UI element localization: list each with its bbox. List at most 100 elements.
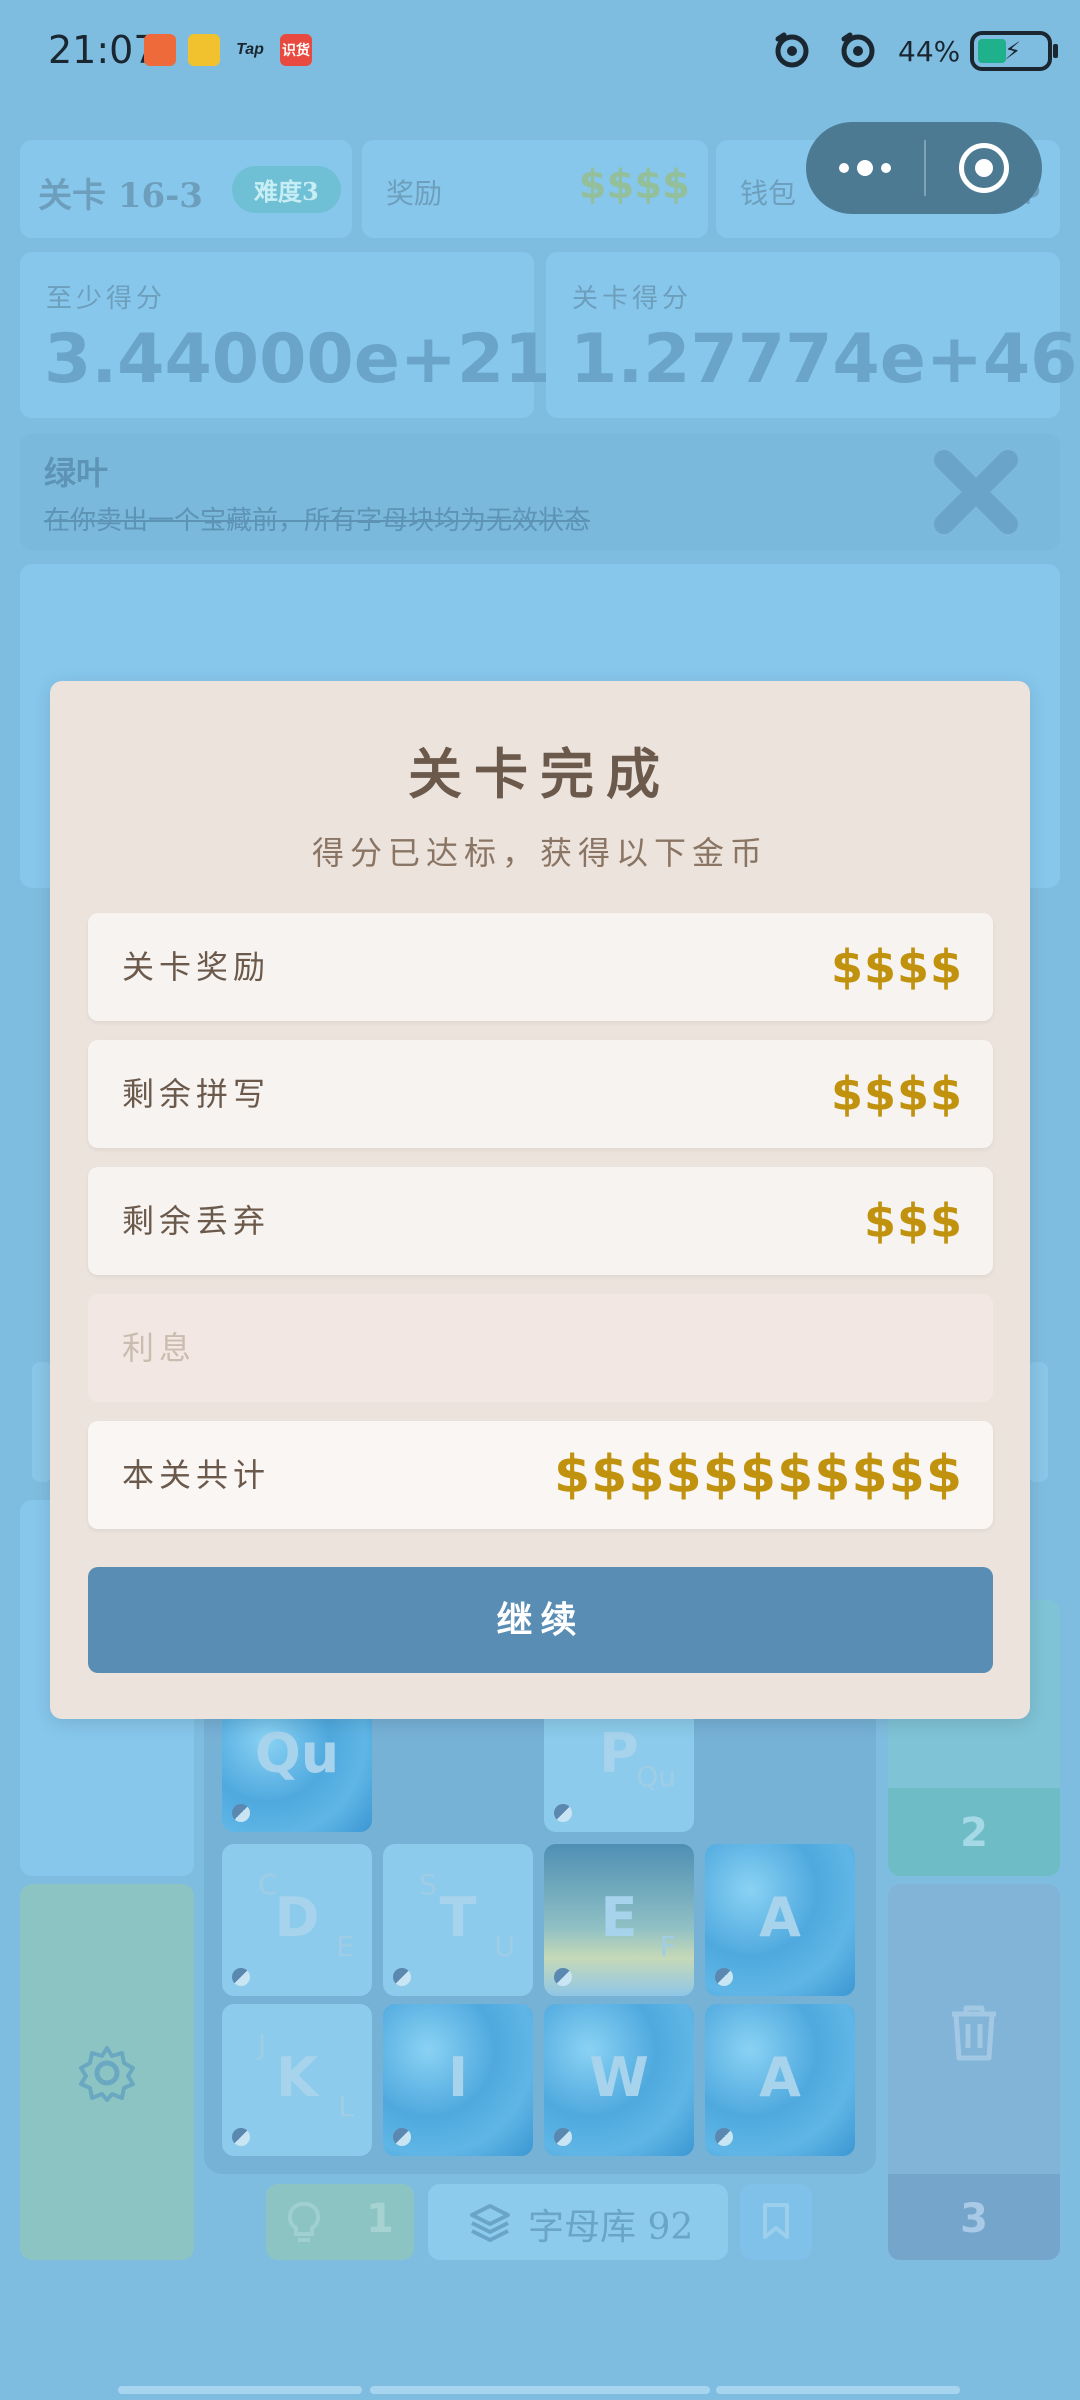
letter-tile[interactable]: W xyxy=(544,2004,694,2156)
more-menu-button[interactable] xyxy=(806,160,924,176)
close-miniprogram-button[interactable] xyxy=(926,143,1042,193)
row-value-total: $$$$$$$$$$$ xyxy=(554,1445,963,1505)
letter-tile[interactable]: I xyxy=(383,2004,533,2156)
letter-tile[interactable]: KJL xyxy=(222,2004,372,2156)
row-label: 剩余拼写 xyxy=(122,1075,271,1113)
min-score-panel: 至少得分 3.44000e+21 xyxy=(20,252,551,418)
letter-library-button[interactable]: 字母库 92 xyxy=(428,2184,728,2260)
effect-card: 绿叶 在你卖出一个宝藏前，所有字母块均为无效状态 xyxy=(20,434,1060,550)
level-score-value: 1.27774e+46 xyxy=(570,320,1078,399)
letter-library-label: 字母库 92 xyxy=(528,2207,694,2248)
row-label: 本关共计 xyxy=(122,1456,271,1494)
effect-description: 在你卖出一个宝藏前，所有字母块均为无效状态 xyxy=(44,506,591,536)
bottom-bar-segment xyxy=(370,2386,710,2394)
tile-next-letter: U xyxy=(494,1930,516,1963)
reward-row-level: 关卡奖励 $$$$ xyxy=(88,913,993,1021)
tile-prev-letter: S xyxy=(419,1868,437,1901)
reward-value: $$$$ xyxy=(578,162,690,208)
tile-prev-letter: C xyxy=(258,1868,278,1901)
status-right: 44% ⚡ xyxy=(770,26,1059,76)
app-icon-4: 识货 xyxy=(280,34,312,66)
battery-icon: ⚡ xyxy=(970,31,1059,71)
weibo-icon xyxy=(188,34,220,66)
tile-next-letter: Qu xyxy=(636,1760,676,1793)
dialog-title: 关卡完成 xyxy=(408,742,672,806)
tile-next-letter: L xyxy=(338,2090,354,2123)
reward-row-interest: 利息 xyxy=(88,1294,993,1402)
tile-next-letter: F xyxy=(659,1930,676,1963)
level-label: 关卡 16-3 xyxy=(38,176,203,216)
tile-indicator-icon xyxy=(232,1804,250,1822)
tile-prev-letter: J xyxy=(258,2028,267,2061)
effect-title: 绿叶 xyxy=(44,454,109,492)
row-label: 剩余丢弃 xyxy=(122,1202,271,1240)
left-edge-panel xyxy=(32,1362,52,1482)
row-value: $$$ xyxy=(863,1194,963,1248)
app-icon-1 xyxy=(144,34,176,66)
gear-icon[interactable] xyxy=(78,2044,136,2102)
tile-next-letter: E xyxy=(336,1930,354,1963)
letter-tile[interactable]: POQu xyxy=(544,1692,694,1832)
tile-indicator-icon xyxy=(554,1968,572,1986)
tile-indicator-icon xyxy=(715,2128,733,2146)
level-panel: 关卡 16-3 难度3 xyxy=(20,140,352,238)
tile-indicator-icon xyxy=(232,2128,250,2146)
trash-icon[interactable] xyxy=(946,2002,1002,2062)
level-score-label: 关卡得分 xyxy=(572,284,693,314)
tile-letter: A xyxy=(759,2046,801,2109)
status-time: 21:07 xyxy=(48,28,158,72)
signal-icon xyxy=(841,32,875,68)
tile-indicator-icon xyxy=(554,1804,572,1822)
row-value: $$$$ xyxy=(830,1067,963,1121)
letter-tile[interactable]: A xyxy=(705,1844,855,1996)
reward-row-spells: 剩余拼写 $$$$ xyxy=(88,1040,993,1148)
min-score-value: 3.44000e+21 xyxy=(44,320,552,399)
right-count-top: 2 xyxy=(960,1810,988,1856)
right-count-bottom: 3 xyxy=(960,2196,988,2242)
continue-button[interactable]: 继续 xyxy=(88,1567,993,1673)
more-dots-icon xyxy=(839,163,849,173)
level-score-panel: 关卡得分 1.27774e+46 xyxy=(546,252,1077,418)
row-value: $$$$ xyxy=(830,940,963,994)
close-icon[interactable] xyxy=(930,446,1022,538)
tile-letter: A xyxy=(759,1886,801,1949)
bottom-bar-segment xyxy=(716,2386,960,2394)
taptap-icon: Tap xyxy=(236,41,264,58)
right-edge-panel xyxy=(1028,1362,1048,1482)
miniprogram-capsule xyxy=(806,122,1042,214)
target-icon xyxy=(959,143,1009,193)
letter-tile[interactable]: DCE xyxy=(222,1844,372,1996)
tile-indicator-icon xyxy=(554,2128,572,2146)
discard-panel[interactable]: 3 xyxy=(888,1884,1060,2260)
hint-count: 1 xyxy=(366,2196,394,2242)
letter-tile[interactable]: EF xyxy=(544,1844,694,1996)
row-label: 关卡奖励 xyxy=(122,948,271,986)
difficulty-badge: 难度3 xyxy=(232,166,341,213)
dialog-subtitle: 得分已达标，获得以下金币 xyxy=(311,834,768,872)
reward-row-discards: 剩余丢弃 $$$ xyxy=(88,1167,993,1275)
reward-panel: 奖励 $$$$ xyxy=(362,140,708,238)
reward-label: 奖励 xyxy=(386,177,443,210)
tile-letter: Qu xyxy=(254,1722,340,1785)
bottom-bar-segment xyxy=(118,2386,362,2394)
settings-panel[interactable] xyxy=(20,1884,194,2260)
letter-tile[interactable]: TSU xyxy=(383,1844,533,1996)
battery-percent: 44% xyxy=(898,34,961,68)
wallet-label: 钱包 xyxy=(740,177,797,210)
letter-tile[interactable]: Qu xyxy=(222,1700,372,1832)
tile-letter: I xyxy=(447,2046,469,2109)
layers-icon xyxy=(470,2204,510,2242)
tile-indicator-icon xyxy=(715,1968,733,1986)
bookmark-button[interactable] xyxy=(740,2184,812,2260)
row-label: 利息 xyxy=(122,1329,197,1367)
tile-indicator-icon xyxy=(393,2128,411,2146)
letter-tile[interactable]: A xyxy=(705,2004,855,2156)
tile-indicator-icon xyxy=(232,1968,250,1986)
hotspot-icon xyxy=(775,32,809,68)
hint-button[interactable]: 1 xyxy=(266,2184,414,2260)
reward-row-total: 本关共计 $$$$$$$$$$$ xyxy=(88,1421,993,1529)
min-score-label: 至少得分 xyxy=(46,284,167,314)
lightbulb-icon xyxy=(287,2201,321,2242)
tile-indicator-icon xyxy=(393,1968,411,1986)
bookmark-icon xyxy=(763,2203,789,2239)
